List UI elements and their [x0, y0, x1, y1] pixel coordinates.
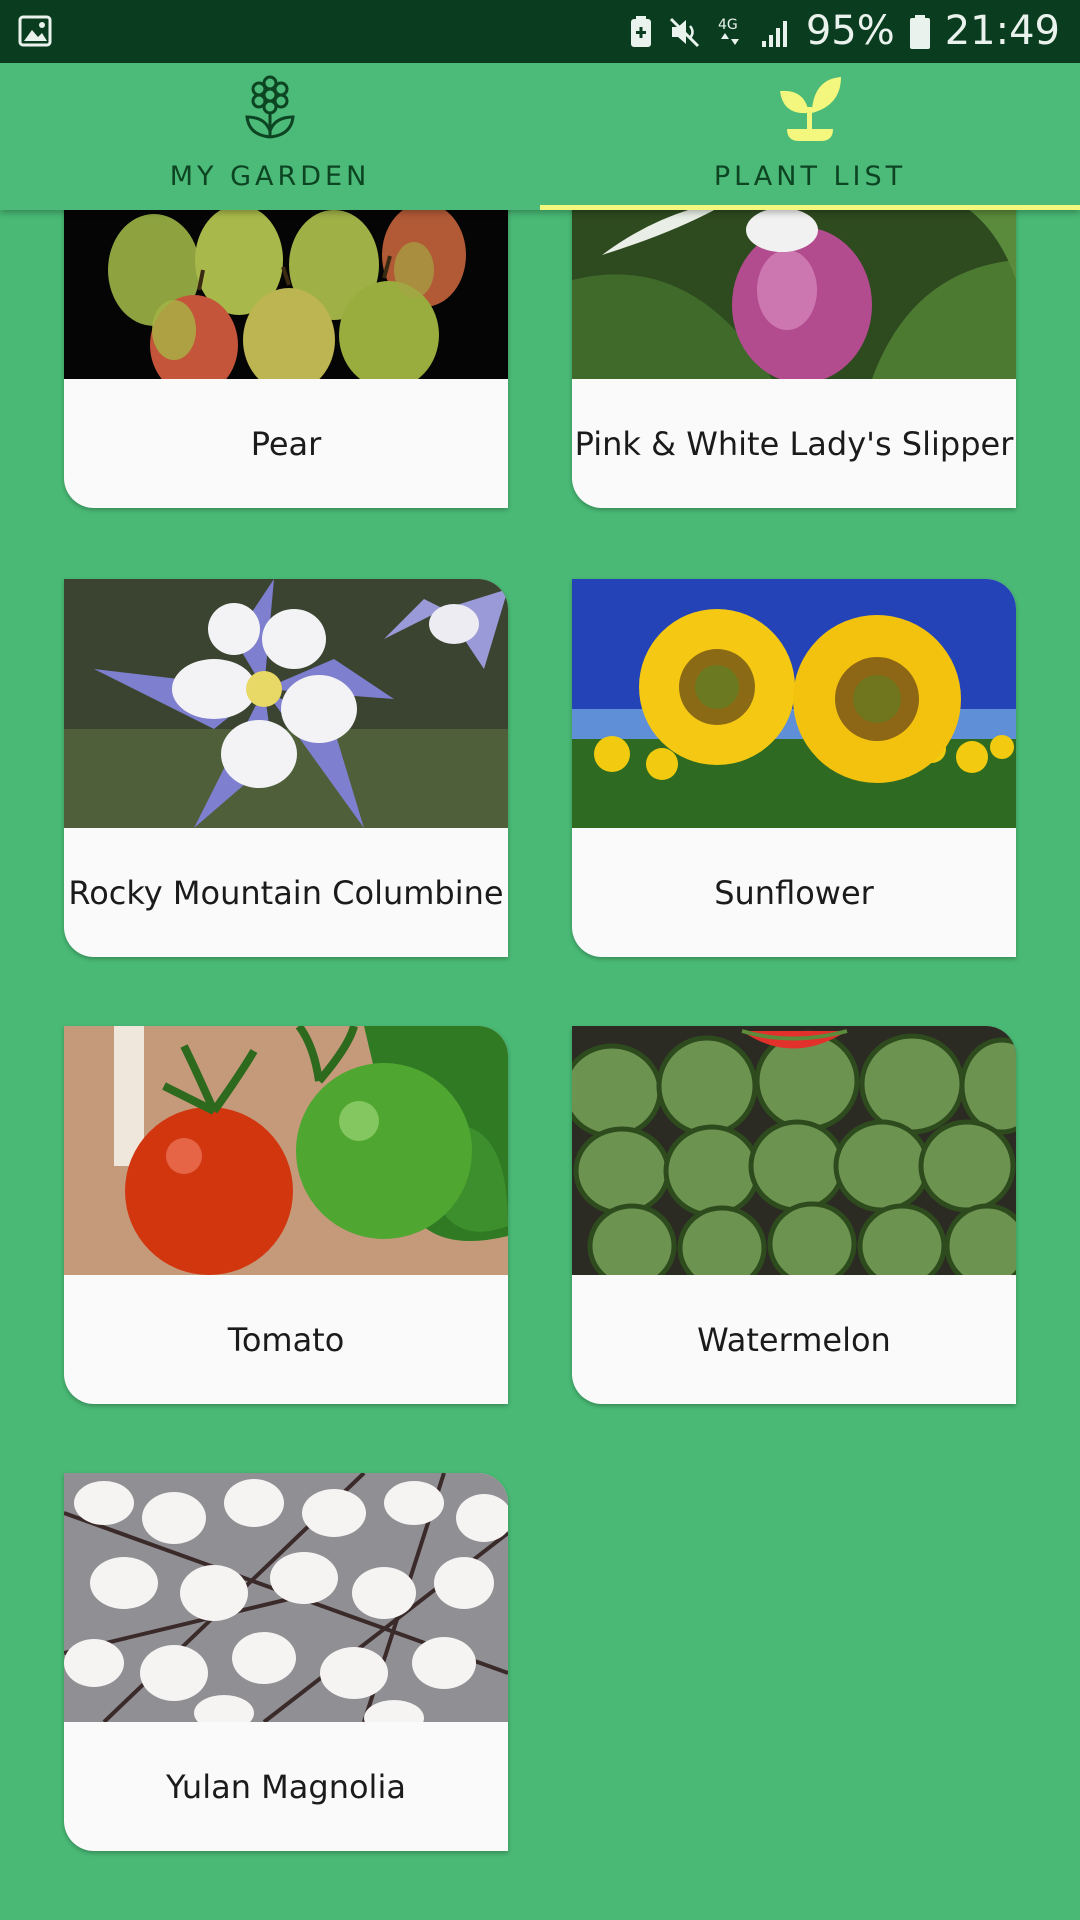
- plant-list-grid[interactable]: Pear Pink & White Lady's Slipper Rocky M…: [0, 210, 1080, 1920]
- plant-card-ladys-slipper[interactable]: Pink & White Lady's Slipper: [572, 210, 1016, 508]
- gallery-notification-icon: [18, 14, 52, 53]
- plant-card-rocky-mountain-columbine[interactable]: Rocky Mountain Columbine: [64, 579, 508, 957]
- plant-image-rocky-mountain-columbine: [64, 579, 508, 828]
- battery-icon: [909, 14, 931, 50]
- selected-tab-indicator: [540, 205, 1080, 210]
- plant-name: Yulan Magnolia: [166, 1767, 406, 1806]
- plant-card-watermelon[interactable]: Watermelon: [572, 1026, 1016, 1404]
- battery-percentage: 95%: [805, 8, 895, 54]
- sprout-icon: [775, 73, 845, 143]
- plant-image-tomato: [64, 1026, 508, 1275]
- plant-name: Tomato: [227, 1320, 345, 1359]
- plant-image-sunflower: [572, 579, 1016, 828]
- mute-icon: [668, 15, 702, 49]
- plant-image-yulan-magnolia: [64, 1473, 508, 1722]
- tab-my-garden[interactable]: MY GARDEN: [0, 63, 540, 210]
- plant-image-ladys-slipper: [572, 210, 1016, 379]
- plant-card-pear[interactable]: Pear: [64, 210, 508, 508]
- plant-name: Rocky Mountain Columbine: [68, 873, 504, 912]
- tab-label-my-garden: MY GARDEN: [169, 161, 371, 192]
- plant-image-watermelon: [572, 1026, 1016, 1275]
- signal-icon: [760, 15, 792, 49]
- battery-saver-icon: [628, 15, 654, 49]
- plant-name: Sunflower: [714, 873, 874, 912]
- status-bar: 4G 95% 21:49: [0, 0, 1080, 63]
- plant-name: Pear: [250, 424, 322, 463]
- flower-icon: [235, 73, 305, 143]
- tab-bar: MY GARDEN PLANT LIST: [0, 63, 1080, 210]
- plant-name: Pink & White Lady's Slipper: [574, 424, 1014, 463]
- tab-plant-list[interactable]: PLANT LIST: [540, 63, 1080, 210]
- plant-card-tomato[interactable]: Tomato: [64, 1026, 508, 1404]
- svg-text:4G: 4G: [718, 17, 738, 33]
- tab-label-plant-list: PLANT LIST: [713, 161, 907, 192]
- network-4g-icon: 4G: [716, 15, 746, 49]
- plant-card-yulan-magnolia[interactable]: Yulan Magnolia: [64, 1473, 508, 1851]
- clock: 21:49: [944, 8, 1060, 54]
- plant-card-sunflower[interactable]: Sunflower: [572, 579, 1016, 957]
- plant-name: Watermelon: [697, 1320, 891, 1359]
- plant-image-pear: [64, 210, 508, 379]
